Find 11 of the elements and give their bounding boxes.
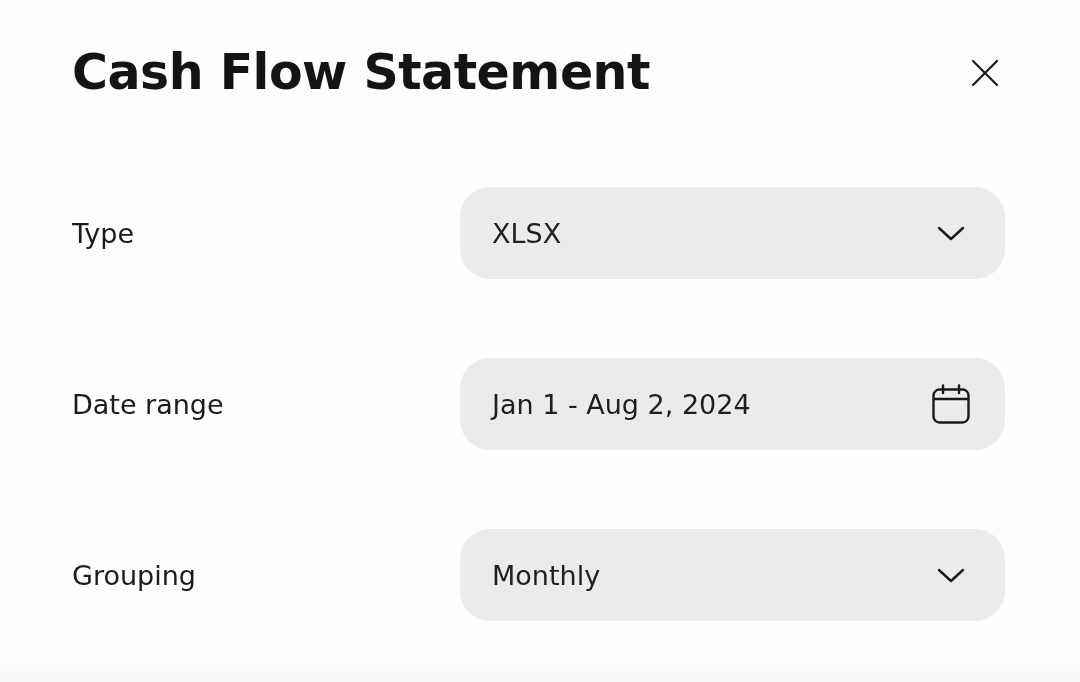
date-field[interactable]: Jan 1 - Aug 2, 2024 xyxy=(460,358,1005,450)
close-icon xyxy=(971,59,999,87)
field-label: Type xyxy=(72,217,134,249)
dropdown-field[interactable]: XLSX xyxy=(460,187,1005,279)
calendar-icon xyxy=(932,384,970,424)
chevron-down-icon xyxy=(937,567,965,583)
chevron-down-icon xyxy=(937,225,965,241)
field-label: Grouping xyxy=(72,559,196,591)
dropdown-field[interactable]: Monthly xyxy=(460,529,1005,621)
dialog-title: Cash Flow Statement xyxy=(72,43,650,103)
field-label: Date range xyxy=(72,388,224,420)
